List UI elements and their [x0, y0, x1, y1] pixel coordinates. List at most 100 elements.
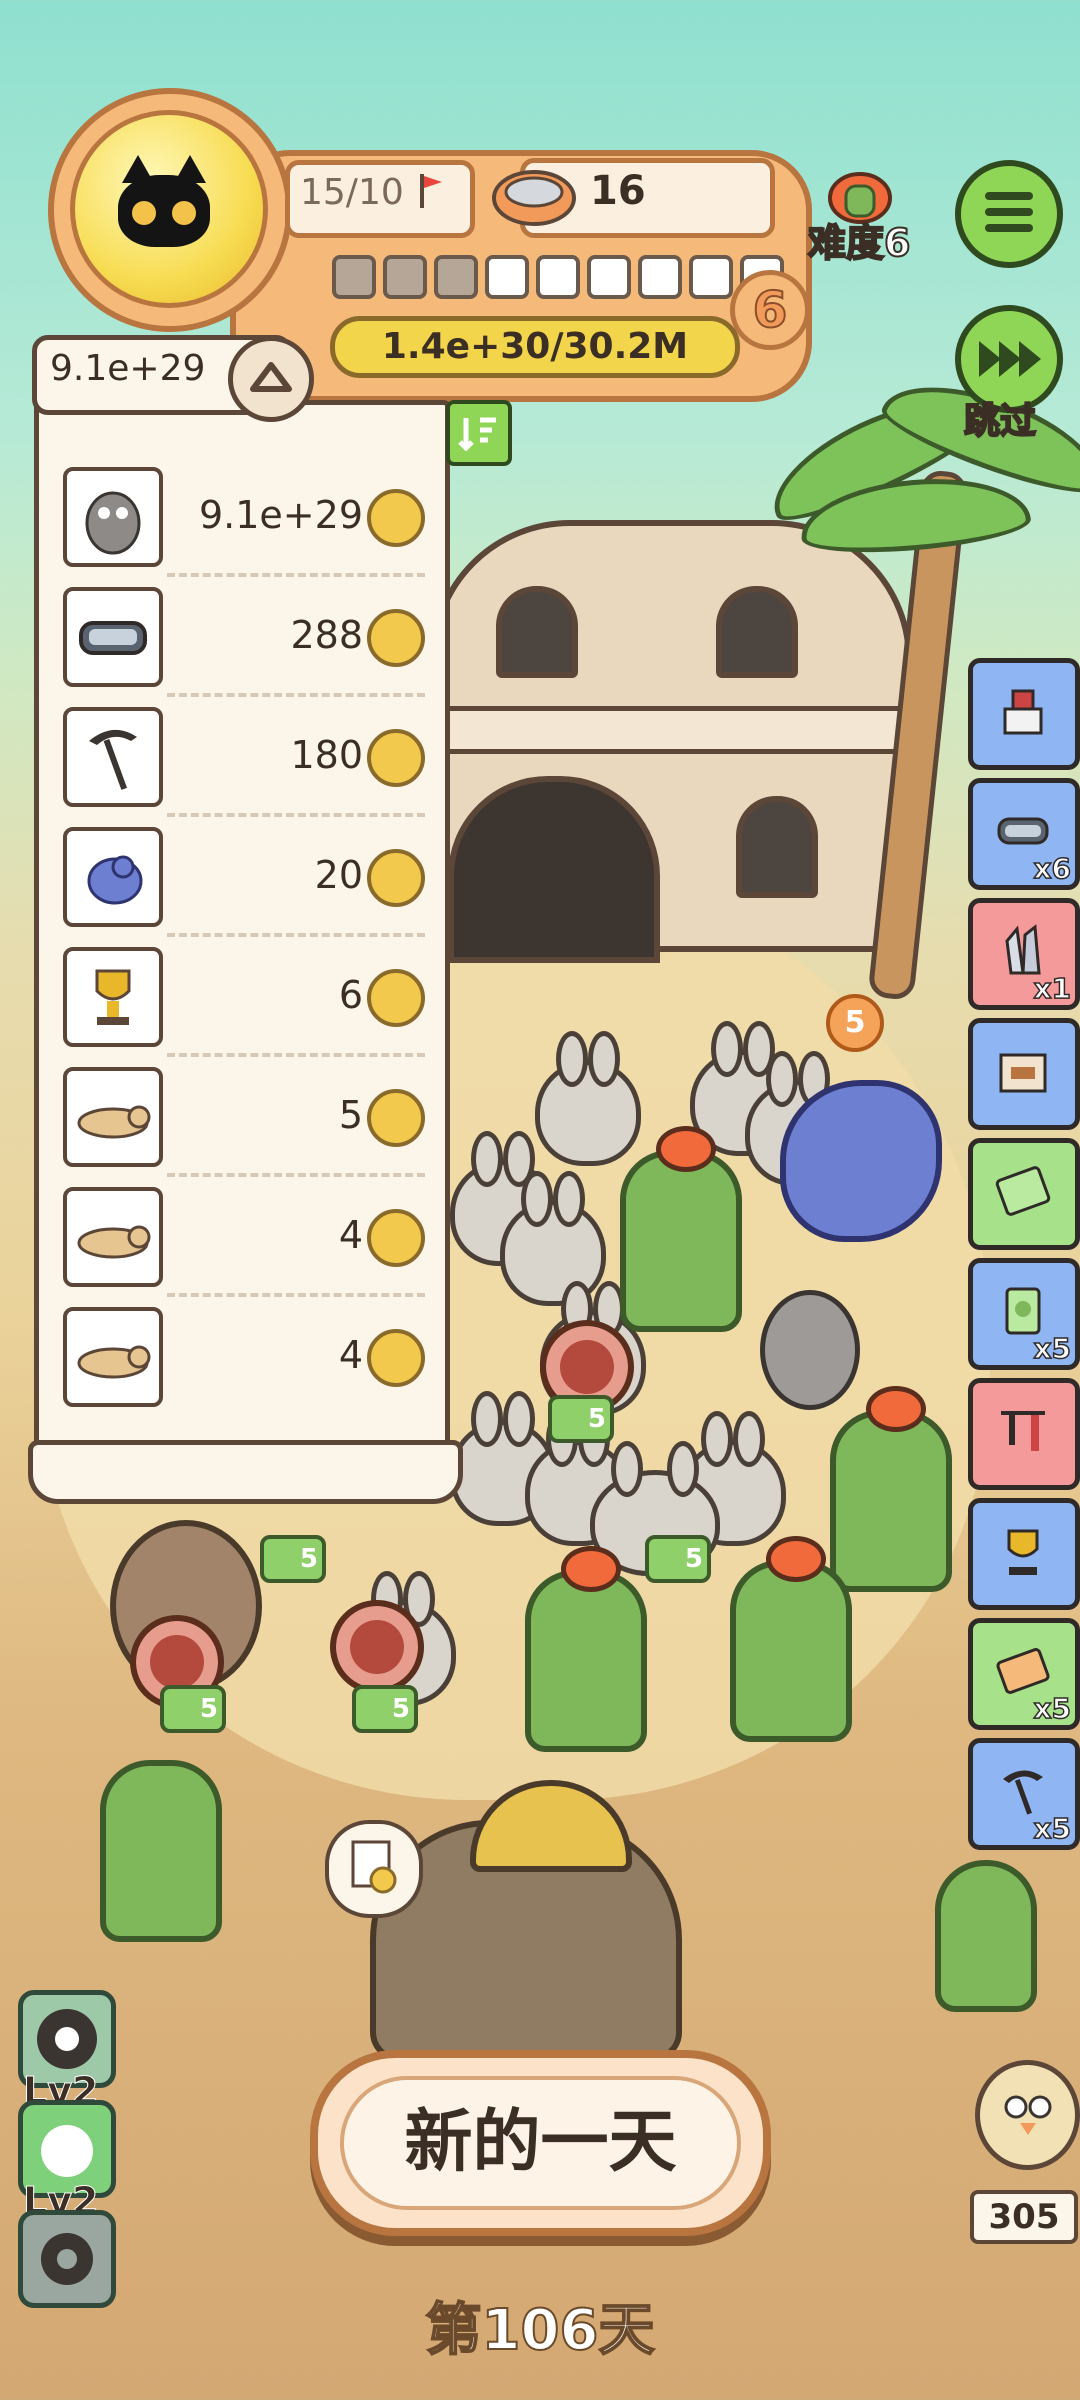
segment-filled [383, 255, 427, 299]
item-count: x5 [1033, 1331, 1072, 1366]
sort-icon [458, 417, 496, 452]
flowering-cactus[interactable] [730, 1536, 852, 1742]
paw-coin-icon [367, 849, 425, 907]
side-item-tools[interactable] [968, 1378, 1080, 1490]
skill-button-1[interactable]: Lv2 [18, 1990, 116, 2114]
segment-filled [434, 255, 478, 299]
list-item[interactable]: 180 [63, 703, 425, 817]
lizard-icon [63, 1067, 163, 1167]
collapse-button[interactable] [228, 336, 314, 422]
sort-button[interactable] [446, 400, 512, 466]
certificate-icon[interactable] [325, 1820, 423, 1918]
owl[interactable] [760, 1290, 860, 1410]
yield-badge: 5 [645, 1535, 711, 1583]
list-item[interactable]: 6 [63, 943, 425, 1057]
side-item-ticket[interactable] [968, 1138, 1080, 1250]
owl-icon [63, 467, 163, 567]
bunny[interactable] [535, 1031, 641, 1166]
segment-empty [689, 255, 733, 299]
list-item[interactable]: 288 [63, 583, 425, 697]
lizard-icon [63, 1307, 163, 1407]
paw-coin-icon [367, 729, 425, 787]
list-item[interactable]: 4 [63, 1183, 425, 1297]
side-item-goggles[interactable]: x6 [968, 778, 1080, 890]
segment-empty [638, 255, 682, 299]
flowering-cactus[interactable] [830, 1386, 952, 1592]
building-window [716, 586, 798, 678]
chevron-up-icon [250, 362, 292, 392]
exp-bar: 1.4e+30/30.2M [330, 316, 740, 378]
flag-icon [420, 174, 442, 208]
side-item-trophy[interactable] [968, 1498, 1080, 1610]
lizard-icon [63, 1187, 163, 1287]
item-count: x6 [1033, 851, 1072, 886]
paw-coin-icon [367, 969, 425, 1027]
segment-empty [536, 255, 580, 299]
capacity-text: 15/10 [300, 172, 404, 213]
building-doorway [448, 776, 660, 963]
building-window [736, 796, 818, 898]
segment-filled [332, 255, 376, 299]
menu-button[interactable] [955, 160, 1063, 268]
list-item[interactable]: 5 [63, 1063, 425, 1177]
item-value: 180 [290, 733, 363, 777]
ticket-icon [995, 1166, 1051, 1216]
trophy-icon [1007, 1529, 1039, 1575]
item-value: 6 [338, 973, 363, 1017]
bird-count: 305 [970, 2190, 1078, 2244]
cactus [100, 1760, 222, 1942]
paw-coin-icon [367, 1209, 425, 1267]
skip-label[interactable]: 跳过 [963, 392, 1037, 444]
side-item-crystal[interactable]: x1 [968, 898, 1080, 1010]
list-item[interactable]: 4 [63, 1303, 425, 1415]
day-counter: 第106天 [425, 2297, 656, 2364]
list-item[interactable]: 20 [63, 823, 425, 937]
paw-coin-icon [367, 489, 425, 547]
grinder-icon [1003, 689, 1043, 735]
black-cat-avatar-icon [118, 155, 210, 247]
flowering-cactus[interactable] [620, 1126, 742, 1332]
building-balcony [416, 706, 926, 754]
side-item-chest[interactable] [968, 1018, 1080, 1130]
scroll-end-cap [28, 1440, 463, 1504]
menu-icon [985, 192, 1033, 240]
item-value: 4 [338, 1213, 363, 1257]
cactus [935, 1860, 1037, 2012]
paw-coin-icon [367, 1089, 425, 1147]
food-bowl-icon [492, 170, 576, 226]
item-value: 4 [338, 1333, 363, 1377]
goggles-icon [63, 587, 163, 687]
yield-badge: 5 [160, 1685, 226, 1733]
side-item-grinder[interactable] [968, 658, 1080, 770]
side-item-scythe[interactable]: x5 [968, 1738, 1080, 1850]
side-item-refresh-ticket[interactable]: x5 [968, 1618, 1080, 1730]
inventory-total: 9.1e+29 [50, 348, 206, 389]
blue-dragon[interactable] [780, 1080, 942, 1242]
list-item[interactable]: 9.1e+29 [63, 463, 425, 577]
building-window [496, 586, 578, 678]
item-value: 20 [314, 853, 363, 897]
meat[interactable] [330, 1600, 424, 1694]
segment-empty [485, 255, 529, 299]
item-count: x5 [1033, 1691, 1072, 1726]
skill-button-2[interactable]: Lv2 [18, 2100, 116, 2224]
dragon-icon [63, 827, 163, 927]
item-count: x5 [1033, 1811, 1072, 1846]
yield-badge: 5 [548, 1395, 614, 1443]
bunny[interactable] [500, 1171, 606, 1306]
flowering-cactus[interactable] [525, 1546, 647, 1752]
yield-badge: 5 [260, 1535, 326, 1583]
chest-icon [999, 1053, 1047, 1093]
item-value: 288 [290, 613, 363, 657]
inventory-list: 9.1e+29 288 180 20 6 5 4 4 [34, 400, 450, 1460]
coin-count: 16 [590, 168, 646, 214]
item-value: 9.1e+29 [198, 493, 363, 537]
scythe-icon [63, 707, 163, 807]
level-badge: 6 [730, 270, 810, 350]
desert-building [416, 520, 926, 963]
side-item-clover-card[interactable]: x5 [968, 1258, 1080, 1370]
new-day-button[interactable]: 新的一天 [310, 2050, 771, 2236]
bird-icon[interactable] [975, 2060, 1080, 2170]
paw-coin-icon [367, 609, 425, 667]
item-count: x1 [1033, 971, 1072, 1006]
